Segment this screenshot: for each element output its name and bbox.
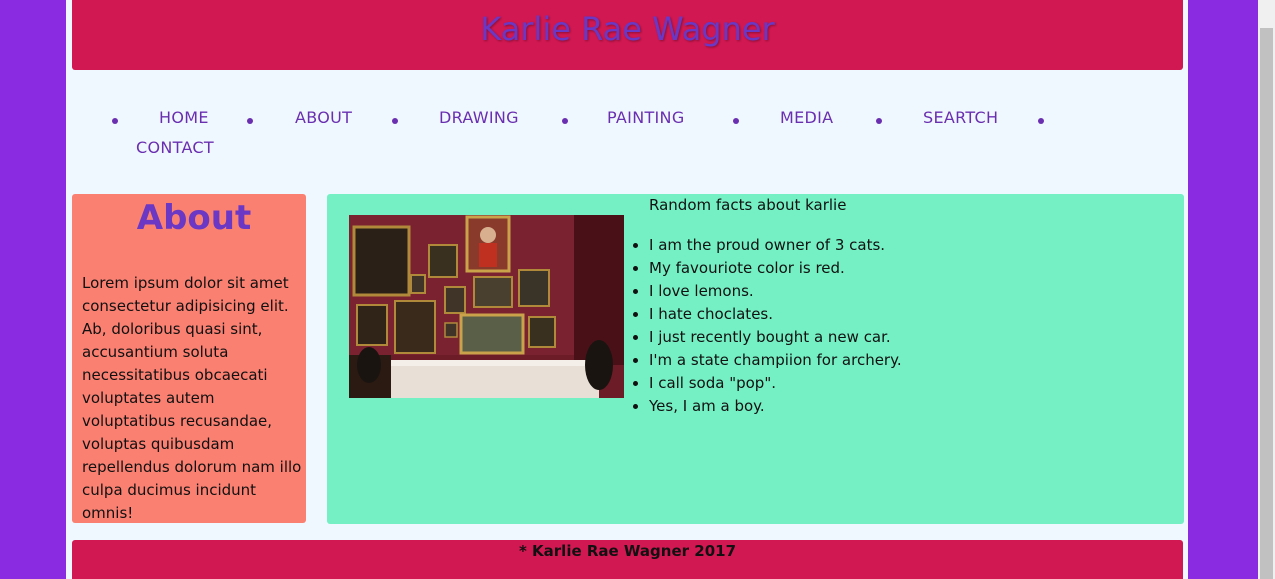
facts-list: I am the proud owner of 3 cats. My favou… [631,234,902,418]
bullet-icon [392,118,398,124]
list-item: My favouriote color is red. [649,257,902,280]
nav-link-about[interactable]: ABOUT [295,108,352,127]
nav-link-home[interactable]: HOME [159,108,209,127]
page-container: Karlie Rae Wagner HOME ABOUT DRAWING PAI… [66,0,1188,579]
nav-link-painting[interactable]: PAINTING [607,108,685,127]
nav-link-media[interactable]: MEDIA [780,108,833,127]
bullet-icon [876,118,882,124]
sidebar-text: Lorem ipsum dolor sit amet consectetur a… [82,274,302,522]
vertical-scrollbar[interactable] [1258,0,1275,579]
footer-text: * Karlie Rae Wagner 2017 [518,542,737,560]
list-item: I call soda "pop". [649,372,902,395]
bullet-icon [562,118,568,124]
nav-link-drawing[interactable]: DRAWING [439,108,519,127]
site-title: Karlie Rae Wagner [480,10,775,48]
bullet-icon [247,118,253,124]
main-content: Random facts about karlie I am the proud… [327,194,1184,524]
list-item: I just recently bought a new car. [649,326,902,349]
facts-title: Random facts about karlie [649,196,847,214]
scrollbar-thumb[interactable] [1260,28,1273,579]
list-item: I hate choclates. [649,303,902,326]
about-sidebar: About Lorem ipsum dolor sit amet consect… [72,194,306,523]
nav-link-contact[interactable]: CONTACT [136,138,214,157]
bullet-icon [1038,118,1044,124]
list-item: I'm a state champiion for archery. [649,349,902,372]
list-item: Yes, I am a boy. [649,395,902,418]
list-item: I am the proud owner of 3 cats. [649,234,902,257]
site-header: Karlie Rae Wagner [72,0,1183,70]
nav-link-search[interactable]: SEARTCH [923,108,998,127]
gallery-image [349,215,624,398]
sidebar-heading: About [136,198,252,238]
bullet-icon [112,118,118,124]
gallery-painting-illustration [349,215,624,398]
bullet-icon [733,118,739,124]
site-footer: * Karlie Rae Wagner 2017 [72,540,1183,579]
list-item: I love lemons. [649,280,902,303]
